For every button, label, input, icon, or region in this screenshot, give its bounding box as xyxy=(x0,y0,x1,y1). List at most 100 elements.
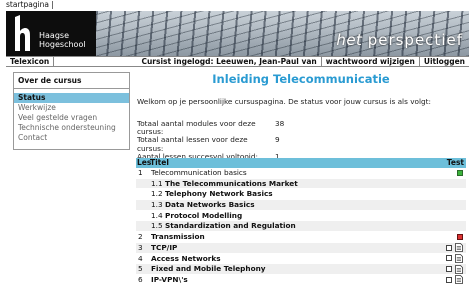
lesson-title-cell: Access Networks xyxy=(151,254,438,264)
lesson-title[interactable]: TCP/IP xyxy=(151,243,177,252)
test-cell xyxy=(438,232,466,242)
lesson-number xyxy=(136,211,151,221)
hh-logo-icon xyxy=(15,15,30,51)
sidebar-item-status[interactable]: Status xyxy=(14,93,129,103)
logo-line-1: Haagse xyxy=(39,31,69,40)
table-row[interactable]: 5 Fixed and Mobile Telephony xyxy=(136,264,466,275)
lesson-title-cell: Transmission xyxy=(151,232,438,242)
logged-in-user: Cursist ingelogd: Leeuwen, Jean-Paul van xyxy=(137,57,322,66)
sidebar-item-faq[interactable]: Veel gestelde vragen xyxy=(14,113,129,123)
tagline: het perspectief xyxy=(336,31,463,49)
lesson-title[interactable]: The Telecommunications Market xyxy=(165,179,298,188)
startpagina-link[interactable]: startpagina xyxy=(6,0,49,9)
table-row[interactable]: 1.2 Telephony Network Basics xyxy=(136,189,466,201)
separator: | xyxy=(51,0,54,9)
lesson-title[interactable]: Telecommunication basics xyxy=(151,168,247,177)
lesson-title-cell: 1.2 Telephony Network Basics xyxy=(151,189,438,199)
stat-value: 38 xyxy=(275,119,285,128)
lesson-number: 3 xyxy=(138,242,143,252)
table-row[interactable]: 3 TCP/IP xyxy=(136,242,466,254)
lesson-title[interactable]: Telephony Network Basics xyxy=(165,189,273,198)
lesson-title-cell: TCP/IP xyxy=(151,243,438,253)
logout-link[interactable]: Uitloggen xyxy=(420,57,469,66)
lesson-number: 2 xyxy=(138,232,143,242)
stat-value: 9 xyxy=(275,135,280,145)
table-header: Les Titel Test xyxy=(136,158,466,168)
test-passed-icon xyxy=(457,169,463,176)
test-cell xyxy=(438,264,466,274)
stat-row: Totaal aantal modules voor deze cursus: … xyxy=(137,119,285,136)
brand-link[interactable]: Telexicon xyxy=(6,57,55,66)
test-cell xyxy=(438,200,466,210)
header-test: Test xyxy=(446,158,464,167)
table-row[interactable]: 1.1 The Telecommunications Market xyxy=(136,178,466,190)
module-number: 1.5 xyxy=(151,221,163,231)
lesson-number xyxy=(136,189,151,199)
stat-row: Totaal aantal lessen voor deze cursus: 9 xyxy=(137,135,284,153)
document-icon[interactable] xyxy=(455,253,463,263)
lesson-number: 4 xyxy=(138,253,143,263)
course-stats: Totaal aantal modules voor deze cursus: … xyxy=(137,119,285,161)
lesson-number xyxy=(136,179,151,189)
sidebar: Over de cursus Status Werkwijze Veel ges… xyxy=(13,72,130,150)
header-les: Les xyxy=(137,158,152,167)
test-cell xyxy=(438,168,466,178)
table-row[interactable]: 4 Access Networks xyxy=(136,254,466,265)
table-row[interactable]: 6 IP-VPN\'s xyxy=(136,275,466,286)
lesson-number xyxy=(136,200,151,210)
module-number: 1.2 xyxy=(151,189,163,199)
document-icon[interactable] xyxy=(455,264,463,274)
header-banner: Haagse Hogeschool het perspectief xyxy=(6,11,469,56)
table-row[interactable]: 1.4 Protocol Modelling xyxy=(136,211,466,222)
change-password-link[interactable]: wachtwoord wijzigen xyxy=(322,57,420,66)
lesson-title[interactable]: Standardization and Regulation xyxy=(165,221,296,230)
sidebar-item-werkwijze[interactable]: Werkwijze xyxy=(14,103,129,113)
lesson-number: 5 xyxy=(138,264,143,274)
lesson-title-cell: IP-VPN\'s xyxy=(151,275,438,285)
lesson-title-cell: Telecommunication basics xyxy=(151,168,438,178)
test-cell xyxy=(438,221,466,231)
lesson-title[interactable]: IP-VPN\'s xyxy=(151,275,188,284)
page-title: Inleiding Telecommunicatie xyxy=(212,72,390,86)
document-icon[interactable] xyxy=(455,243,463,253)
tagline-prefix: het xyxy=(336,31,368,49)
logo-line-2: Hogeschool xyxy=(39,40,86,49)
table-row[interactable]: 1.5 Standardization and Regulation xyxy=(136,221,466,233)
lesson-title-cell: 1.5 Standardization and Regulation xyxy=(151,221,438,231)
test-cell xyxy=(438,179,466,189)
module-number: 1.4 xyxy=(151,210,163,220)
lessons-table: Les Titel Test 1 Telecommunication basics… xyxy=(136,158,466,286)
document-icon[interactable] xyxy=(455,275,463,285)
lesson-title-cell: Fixed and Mobile Telephony xyxy=(151,264,438,274)
table-body: 1 Telecommunication basics 1.1 The Telecomm… xyxy=(136,168,466,286)
sidebar-item-contact[interactable]: Contact xyxy=(14,133,129,143)
lesson-number: 6 xyxy=(138,274,143,284)
lesson-number xyxy=(136,221,151,231)
lesson-title[interactable]: Transmission xyxy=(151,232,205,241)
top-nav-bar: Telexicon Cursist ingelogd: Leeuwen, Jea… xyxy=(6,56,469,67)
lesson-title-cell: 1.1 The Telecommunications Market xyxy=(151,179,438,189)
test-cell xyxy=(438,243,466,253)
test-pending-icon xyxy=(446,266,452,273)
module-number: 1.1 xyxy=(151,178,163,188)
table-row[interactable]: 1.3 Data Networks Basics xyxy=(136,200,466,211)
module-number: 1.3 xyxy=(151,200,163,210)
lesson-title[interactable]: Data Networks Basics xyxy=(165,200,255,209)
test-cell xyxy=(438,189,466,199)
lesson-title[interactable]: Protocol Modelling xyxy=(165,211,242,220)
lesson-number: 1 xyxy=(138,168,143,177)
lesson-title[interactable]: Fixed and Mobile Telephony xyxy=(151,264,266,273)
table-row[interactable]: 1 Telecommunication basics xyxy=(136,168,466,179)
lesson-title-cell: 1.3 Data Networks Basics xyxy=(151,200,438,210)
test-pending-icon xyxy=(446,276,452,283)
test-cell xyxy=(438,253,466,264)
table-row[interactable]: 2 Transmission xyxy=(136,232,466,243)
lesson-title-cell: 1.4 Protocol Modelling xyxy=(151,211,438,221)
lesson-title[interactable]: Access Networks xyxy=(151,254,221,263)
test-cell xyxy=(438,275,466,285)
sidebar-title: Over de cursus xyxy=(14,73,129,89)
test-failed-icon xyxy=(457,233,463,240)
intro-text: Welkom op je persoonlijke cursuspagina. … xyxy=(137,97,431,106)
sidebar-item-tech-support[interactable]: Technische ondersteuning xyxy=(14,123,129,133)
hh-logo: Haagse Hogeschool xyxy=(6,11,96,56)
